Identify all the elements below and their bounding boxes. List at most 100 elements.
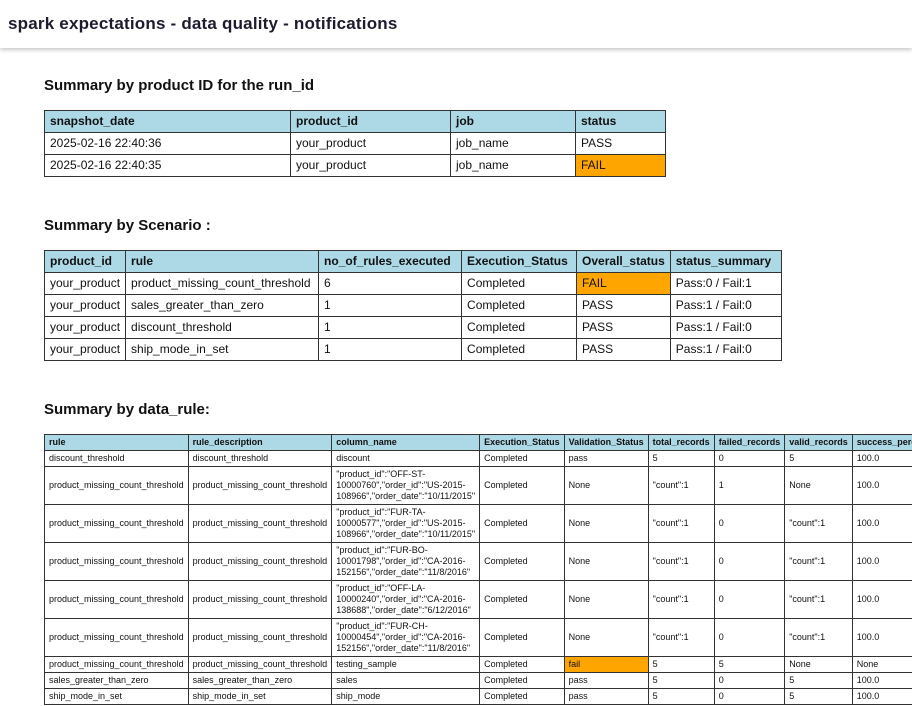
table-cell: 5 [784,672,853,689]
table-header-row: rule rule_description column_name Execution… [44,434,912,451]
table-cell: None [563,466,649,505]
column-header: valid_records [784,434,853,451]
table-cell: Completed [479,466,565,505]
table-cell: 5 [713,656,786,673]
table-row: 2025-02-16 22:40:35 your_product job_name F… [44,154,666,177]
table-cell: "count":1 [647,580,715,619]
status-cell-fail: FAIL [575,154,666,177]
table-cell: discount_threshold [187,450,333,467]
table-row: 2025-02-16 22:40:36 your_product job_name P… [44,132,666,155]
column-header: total_records [647,434,715,451]
column-header: Overall_status [576,250,671,273]
table-cell: PASS [576,294,671,317]
table-header-row: product_id rule no_of_rules_executed Execut… [43,250,782,273]
table-cell: discount_threshold [44,450,189,467]
table-row: discount_threshold discount_threshold disc… [44,450,912,467]
table-cell: 2025-02-16 22:40:36 [44,132,291,155]
table-cell: 100.0 [851,466,912,505]
table-row: sales_greater_than_zero sales_greater_tha… [44,672,912,689]
table-cell: None [563,504,649,543]
column-header: status [575,110,666,133]
table-cell: Pass:1 / Fail:0 [669,294,782,317]
section-product-id-summary: Summary by product ID for the run_id sna… [44,77,912,177]
column-header: rule_description [187,434,333,451]
table-cell: pass [563,688,649,705]
table-cell: 100.0 [851,504,912,543]
table-cell: Pass:1 / Fail:0 [669,338,782,361]
table-cell: Pass:0 / Fail:1 [669,272,782,295]
column-header: failed_records [713,434,786,451]
table-cell: sales_greater_than_zero [125,294,320,317]
table-cell: 5 [647,688,715,705]
column-header: rule [125,250,320,273]
table-cell: 1 [318,316,463,339]
table-cell: your_product [290,154,451,177]
data-rule-summary-table: rule rule_description column_name Execution… [44,434,912,705]
table-cell: 1 [318,294,463,317]
table-cell: "product_id":"FUR-BO-10001798","order_id… [331,542,481,581]
table-cell: "count":1 [784,504,853,543]
table-cell: 0 [713,504,786,543]
column-header: Execution_Status [461,250,578,273]
section-heading-data-rule: Summary by data_rule: [44,401,210,418]
section-heading-scenario: Summary by Scenario : [44,217,211,234]
table-cell: discount_threshold [125,316,320,339]
table-cell: your_product [43,338,127,361]
table-cell: sales_greater_than_zero [187,672,333,689]
table-row: product_missing_count_threshold product_m… [44,542,912,581]
table-row: ship_mode_in_set ship_mode_in_set ship_mod… [44,688,912,705]
table-row: your_product product_missing_count_thresh… [43,272,782,295]
table-cell: 100.0 [851,672,912,689]
table-cell: None [563,618,649,657]
table-cell: None [563,542,649,581]
page-title: spark expectations - data quality - noti… [8,14,398,33]
column-header: job [450,110,576,133]
column-header: product_id [43,250,127,273]
app-header: spark expectations - data quality - noti… [0,0,912,48]
table-cell: PASS [576,316,671,339]
table-cell: Completed [479,450,565,467]
table-cell: discount [331,450,481,467]
status-cell-fail: fail [563,656,649,673]
table-cell: PASS [575,132,666,155]
table-cell: "product_id":"OFF-LA-10000240","order_id… [331,580,481,619]
table-cell: "product_id":"FUR-CH-10000454","order_id… [331,618,481,657]
status-cell-fail: FAIL [576,272,671,295]
column-header: snapshot_date [44,110,291,133]
table-cell: Completed [479,656,565,673]
column-header: product_id [290,110,451,133]
table-cell: 5 [647,450,715,467]
table-cell: product_missing_count_threshold [187,504,333,543]
table-cell: "count":1 [647,542,715,581]
scenario-summary-table: product_id rule no_of_rules_executed Execut… [43,250,782,361]
table-cell: product_missing_count_threshold [44,656,189,673]
table-cell: 0 [713,580,786,619]
table-cell: 100.0 [851,618,912,657]
table-cell: ship_mode [331,688,481,705]
table-cell: 100.0 [851,580,912,619]
table-cell: Pass:1 / Fail:0 [669,316,782,339]
table-cell: Completed [461,294,578,317]
table-row: your_product discount_threshold 1 Completed… [43,316,782,339]
table-row: product_missing_count_threshold product_m… [44,656,912,673]
table-cell: 6 [318,272,463,295]
table-cell: 0 [713,672,786,689]
section-heading-product-id: Summary by product ID for the run_id [44,77,315,94]
table-cell: product_missing_count_threshold [187,618,333,657]
table-cell: job_name [450,132,576,155]
table-row: your_product ship_mode_in_set 1 Completed PA… [43,338,782,361]
table-cell: pass [563,450,649,467]
table-cell: Completed [461,338,578,361]
table-cell: 0 [713,618,786,657]
table-cell: 5 [784,450,853,467]
table-cell: product_missing_count_threshold [44,466,189,505]
column-header: success_percentage [851,434,912,451]
table-cell: None [851,656,912,673]
table-cell: "count":1 [784,618,853,657]
table-cell: ship_mode_in_set [187,688,333,705]
table-cell: product_missing_count_threshold [44,618,189,657]
table-row: product_missing_count_threshold product_m… [44,504,912,543]
table-cell: "count":1 [647,618,715,657]
table-cell: 5 [784,688,853,705]
table-cell: product_missing_count_threshold [125,272,320,295]
